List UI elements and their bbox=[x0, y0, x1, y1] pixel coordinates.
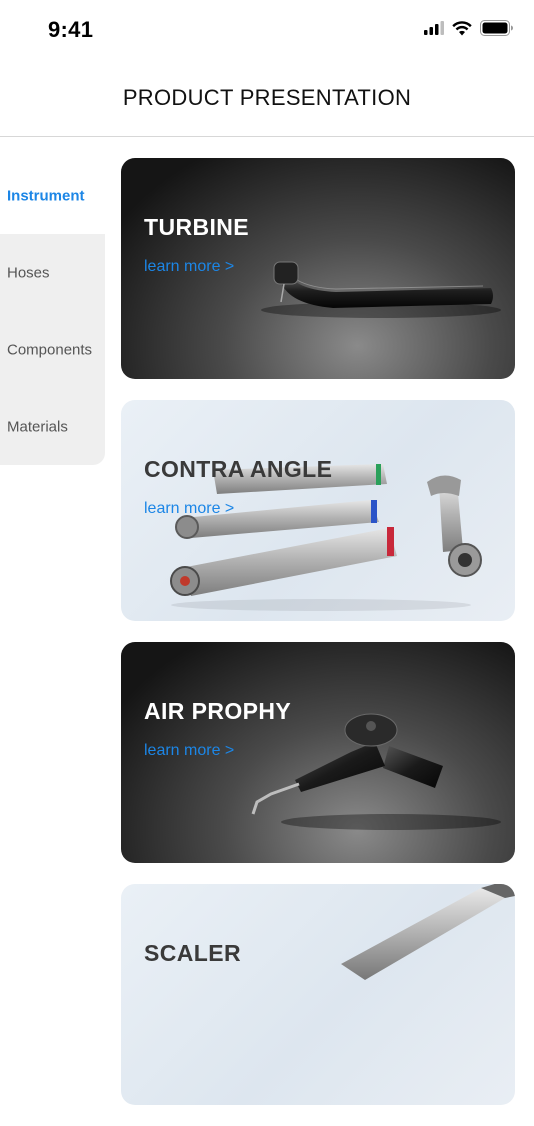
card-title: AIR PROPHY bbox=[144, 698, 292, 724]
learn-more-link[interactable]: learn more > bbox=[144, 500, 234, 518]
sidebar-item-label: Hoses bbox=[7, 264, 50, 281]
product-card-air-prophy[interactable]: AIR PROPHY learn more > bbox=[121, 642, 515, 863]
status-time: 9:41 bbox=[48, 17, 94, 42]
cellular-signal-icon bbox=[424, 21, 444, 35]
wifi-icon bbox=[452, 20, 472, 35]
status-bar: 9:41 bbox=[0, 0, 534, 60]
sidebar-item-instrument[interactable]: Instrument bbox=[0, 157, 105, 234]
card-title: TURBINE bbox=[144, 214, 250, 240]
category-sidebar: Instrument Hoses Components Materials bbox=[0, 157, 105, 465]
sidebar-item-materials[interactable]: Materials bbox=[0, 388, 105, 465]
scaler-handpiece-photo bbox=[341, 884, 515, 980]
product-card-list: TURBINE learn more > CONTRA ANGLE learn … bbox=[121, 158, 515, 1126]
sidebar-item-label: Materials bbox=[7, 418, 68, 435]
sidebar-item-label: Instrument bbox=[7, 187, 85, 204]
status-icons bbox=[424, 20, 514, 36]
sidebar-item-hoses[interactable]: Hoses bbox=[0, 234, 105, 311]
product-card-turbine[interactable]: TURBINE learn more > bbox=[121, 158, 515, 379]
product-card-scaler[interactable]: SCALER bbox=[121, 884, 515, 1105]
product-card-contra-angle[interactable]: CONTRA ANGLE learn more > bbox=[121, 400, 515, 621]
learn-more-link[interactable]: learn more > bbox=[144, 742, 234, 760]
card-title: CONTRA ANGLE bbox=[144, 456, 333, 482]
sidebar-item-label: Components bbox=[7, 341, 93, 358]
header: PRODUCT PRESENTATION bbox=[0, 60, 534, 137]
sidebar-item-components[interactable]: Components bbox=[0, 311, 105, 388]
learn-more-link[interactable]: learn more > bbox=[144, 258, 234, 276]
card-title: SCALER bbox=[144, 940, 241, 966]
page-title: PRODUCT PRESENTATION bbox=[122, 85, 412, 110]
battery-icon bbox=[480, 20, 513, 36]
